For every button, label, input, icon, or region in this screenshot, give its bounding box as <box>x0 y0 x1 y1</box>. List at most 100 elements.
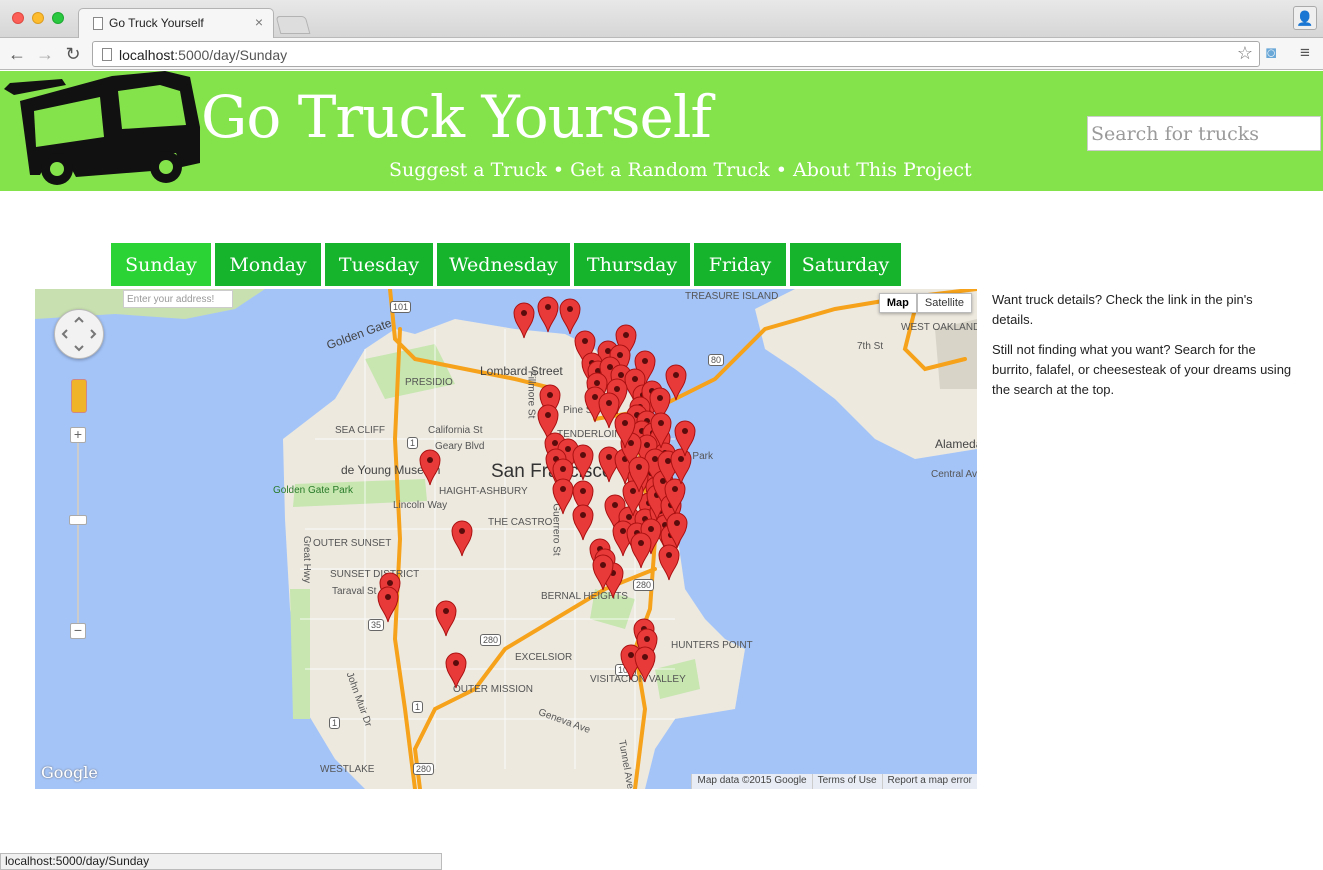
window-minimize-button[interactable] <box>32 12 44 24</box>
map-type-satellite[interactable]: Satellite <box>916 293 972 313</box>
highway-shield: 280 <box>413 763 435 775</box>
map-label: Central Ave <box>931 469 977 480</box>
map-label: California St <box>428 425 483 436</box>
map-label: 7th St <box>857 341 884 352</box>
page-icon <box>93 17 103 30</box>
nav-random-truck[interactable]: Get a Random Truck <box>570 159 770 181</box>
pan-arrows-icon <box>61 316 97 352</box>
truck-map[interactable]: + − Map Satellite Golden Gate PRESIDIO L… <box>35 289 977 789</box>
zoom-in-button[interactable]: + <box>70 427 86 443</box>
pan-control[interactable] <box>54 309 104 359</box>
tab-friday[interactable]: Friday <box>694 243 786 286</box>
tab-saturday[interactable]: Saturday <box>790 243 901 286</box>
highway-shield: 280 <box>633 579 655 591</box>
truck-pin-icon[interactable] <box>419 448 441 486</box>
tab-title: Go Truck Yourself <box>109 16 204 30</box>
map-label: Alameda Island <box>935 437 977 451</box>
truck-pin-icon[interactable] <box>572 443 594 481</box>
address-input[interactable] <box>123 290 233 308</box>
map-label: OUTER SUNSET <box>313 538 392 549</box>
camera-icon[interactable]: ◙ <box>1266 43 1276 63</box>
map-label: Golden Gate Park <box>273 485 354 496</box>
map-label: SUNSET DISTRICT <box>330 569 420 580</box>
highway-shield: 101 <box>390 301 412 313</box>
tab-close-icon[interactable]: × <box>255 14 263 30</box>
tab-sunday[interactable]: Sunday <box>111 243 211 286</box>
truck-pin-icon[interactable] <box>592 553 614 591</box>
highway-shield: 1 <box>412 701 424 713</box>
map-type-map[interactable]: Map <box>878 293 917 313</box>
map-label: Fillmore St <box>525 370 537 419</box>
highway-shield: 1 <box>329 717 341 729</box>
profile-icon[interactable]: 👤 <box>1293 6 1317 30</box>
truck-pin-icon[interactable] <box>630 531 652 569</box>
window-close-button[interactable] <box>12 12 24 24</box>
tab-monday[interactable]: Monday <box>215 243 321 286</box>
truck-pin-icon[interactable] <box>377 585 399 623</box>
food-truck-logo[interactable] <box>0 71 200 191</box>
terms-of-use-link[interactable]: Terms of Use <box>811 774 882 789</box>
tab-thursday[interactable]: Thursday <box>574 243 690 286</box>
new-tab-button[interactable] <box>275 16 311 34</box>
nav-separator: • <box>775 159 787 181</box>
browser-titlebar: Go Truck Yourself × 👤 <box>0 0 1323 38</box>
truck-pin-icon[interactable] <box>537 295 559 333</box>
side-info: Want truck details? Check the link in th… <box>992 290 1292 410</box>
highway-shield: 1 <box>407 437 419 449</box>
tab-tuesday[interactable]: Tuesday <box>325 243 433 286</box>
highway-shield: 80 <box>708 354 725 366</box>
reload-icon[interactable]: ↻ <box>62 43 84 65</box>
truck-search-input[interactable] <box>1087 116 1321 151</box>
map-footer: Map data ©2015 Google Terms of Use Repor… <box>691 774 977 789</box>
bookmark-star-icon[interactable]: ☆ <box>1237 43 1253 64</box>
truck-pin-icon[interactable] <box>435 599 457 637</box>
address-bar[interactable]: localhost:5000/day/Sunday ☆ <box>92 41 1260 67</box>
map-label: Taraval St <box>332 586 377 597</box>
truck-pin-icon[interactable] <box>572 503 594 541</box>
truck-pin-icon[interactable] <box>451 519 473 557</box>
nav-suggest-truck[interactable]: Suggest a Truck <box>389 159 547 181</box>
truck-pin-icon[interactable] <box>513 301 535 339</box>
highway-shield: 280 <box>480 634 502 646</box>
forward-icon[interactable]: → <box>34 43 56 65</box>
report-map-error-link[interactable]: Report a map error <box>881 774 977 789</box>
map-label: THE CASTRO <box>488 517 553 528</box>
street-view-pegman-icon[interactable] <box>71 379 87 413</box>
browser-tab[interactable]: Go Truck Yourself × <box>78 8 274 38</box>
truck-pin-icon[interactable] <box>598 391 620 429</box>
truck-pin-icon[interactable] <box>666 511 688 549</box>
zoom-slider-track[interactable] <box>77 434 79 634</box>
truck-pin-icon[interactable] <box>445 651 467 689</box>
info-paragraph-details: Want truck details? Check the link in th… <box>992 292 1253 327</box>
back-icon[interactable]: ← <box>6 43 28 65</box>
truck-pin-icon[interactable] <box>674 419 696 457</box>
truck-pin-icon[interactable] <box>650 411 672 449</box>
window-maximize-button[interactable] <box>52 12 64 24</box>
site-nav: Suggest a Truck • Get a Random Truck • A… <box>389 159 972 181</box>
url-text: localhost:5000/day/Sunday <box>119 47 288 63</box>
info-paragraph-search: Still not finding what you want? Search … <box>992 342 1292 397</box>
map-label: Great Hwy <box>301 535 313 584</box>
browser-status-bar: localhost:5000/day/Sunday <box>0 853 442 870</box>
day-tabs: Sunday Monday Tuesday Wednesday Thursday… <box>111 243 901 286</box>
truck-pin-icon[interactable] <box>628 455 650 493</box>
map-label: EXCELSIOR <box>515 652 573 663</box>
map-label: HUNTERS POINT <box>671 640 753 651</box>
browser-toolbar: ← → ↻ localhost:5000/day/Sunday ☆ ◙ ≡ <box>0 38 1323 70</box>
site-header: Go Truck Yourself Suggest a Truck • Get … <box>0 71 1323 191</box>
tab-wednesday[interactable]: Wednesday <box>437 243 570 286</box>
map-label: PRESIDIO <box>405 377 453 388</box>
google-logo: Google <box>41 763 98 782</box>
zoom-slider-handle[interactable] <box>69 515 87 525</box>
nav-about-project[interactable]: About This Project <box>793 159 972 181</box>
map-data-attribution: Map data ©2015 Google <box>691 774 811 789</box>
map-label: Lincoln Way <box>393 500 448 511</box>
zoom-out-button[interactable]: − <box>70 623 86 639</box>
site-title[interactable]: Go Truck Yourself <box>201 83 712 151</box>
truck-pin-icon[interactable] <box>634 645 656 683</box>
map-label: Lombard Street <box>480 364 563 378</box>
map-label: WEST OAKLAND <box>901 322 977 333</box>
truck-pin-icon[interactable] <box>552 477 574 515</box>
menu-icon[interactable]: ≡ <box>1300 43 1310 63</box>
map-label: TREASURE ISLAND <box>685 291 779 302</box>
